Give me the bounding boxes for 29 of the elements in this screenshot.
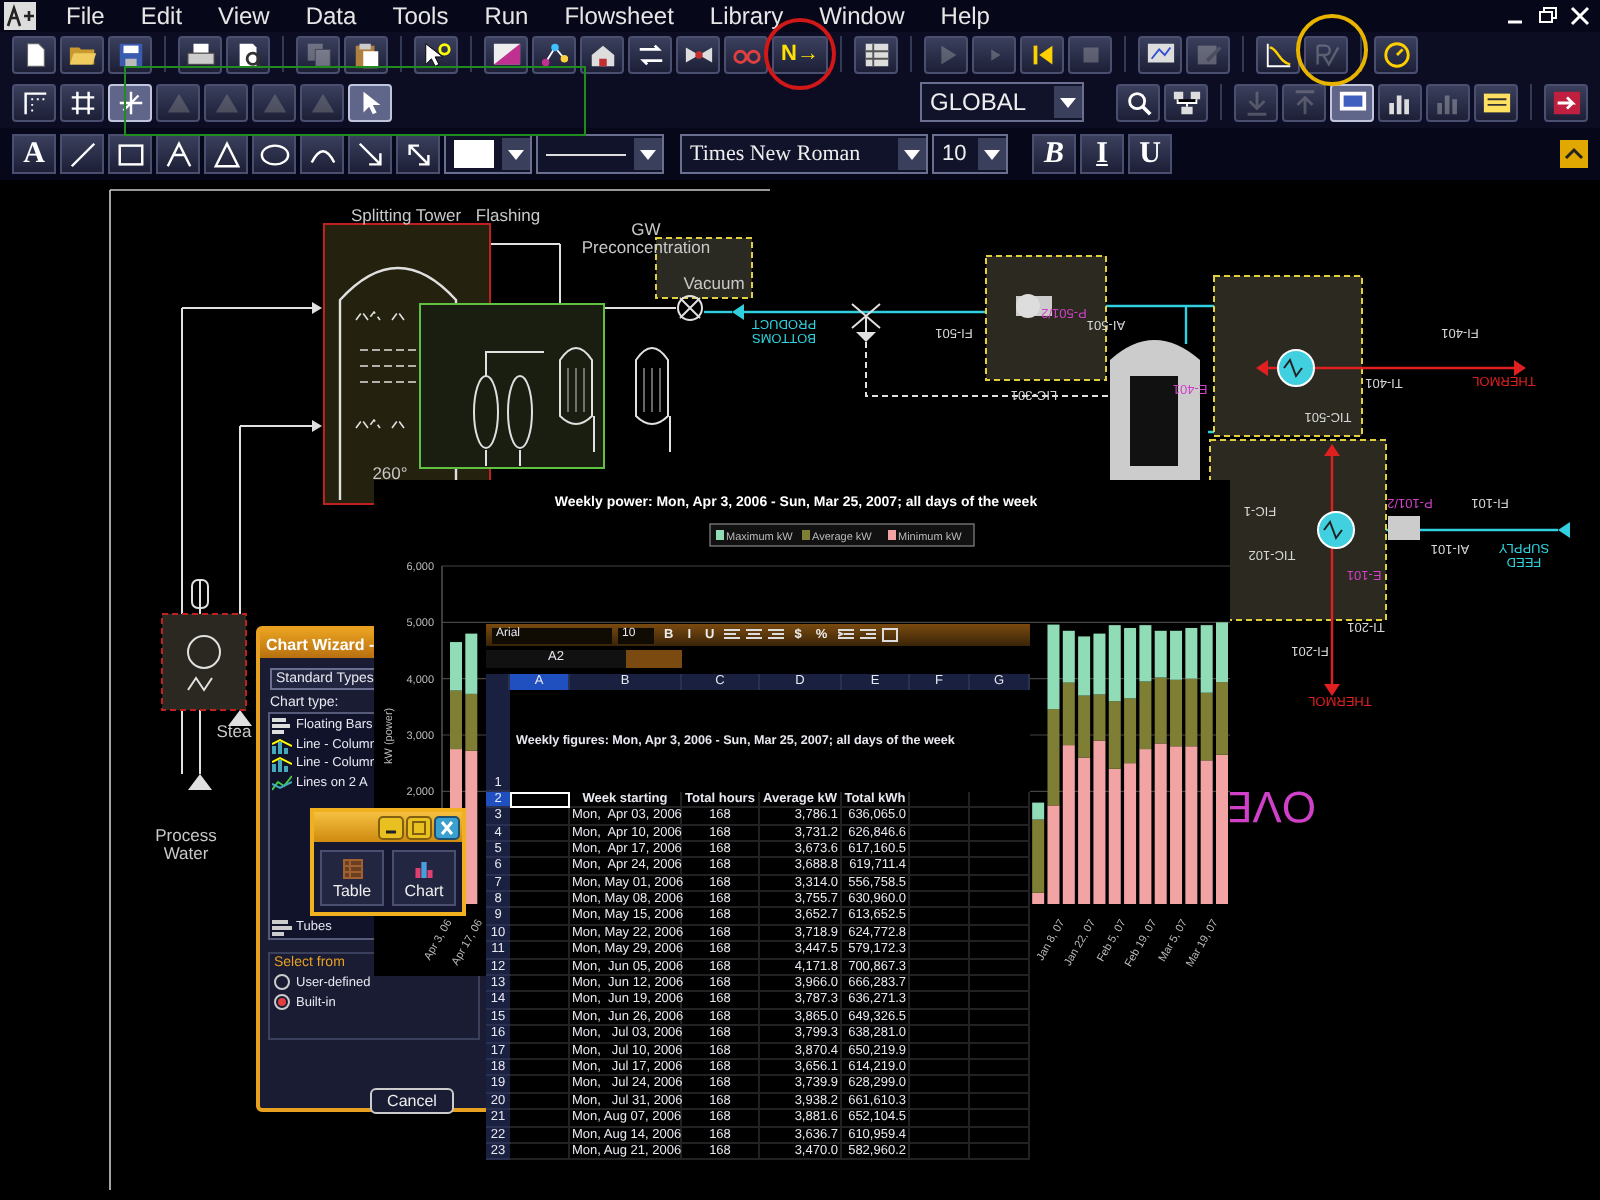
unit-label: Flashing (473, 206, 543, 226)
unit-label: Vacuum (681, 274, 747, 294)
text-style-button[interactable]: B (1032, 134, 1076, 174)
scope-dropdown[interactable]: GLOBAL (920, 82, 1084, 122)
menu-item[interactable]: Edit (122, 2, 201, 30)
menu-item[interactable]: View (200, 2, 288, 30)
font-dropdown[interactable]: Times New Roman (680, 134, 928, 174)
table-button[interactable]: Table (320, 850, 384, 906)
unit-label: Process Water (153, 827, 219, 865)
menu-item[interactable]: Library (691, 2, 802, 30)
menu-item[interactable]: Window (801, 2, 923, 30)
text-style-button[interactable]: U (1128, 134, 1172, 174)
font-size-dropdown[interactable]: 10 (932, 134, 1008, 174)
unit-label: Stea (214, 722, 254, 742)
cancel-button[interactable]: Cancel (370, 1088, 454, 1114)
text-tool[interactable]: A (12, 134, 56, 174)
text-style-button[interactable]: I (1080, 134, 1124, 174)
next-button[interactable]: N→ (772, 35, 828, 73)
menu-item[interactable]: Run (466, 2, 547, 30)
chart-button[interactable]: Chart (392, 850, 456, 906)
dialog-title: Chart Wizard - (266, 635, 375, 653)
unit-label: GW Preconcentration (579, 221, 713, 259)
menu-item[interactable]: Tools (374, 2, 467, 30)
menu-item[interactable]: Help (922, 2, 1008, 30)
menu-item[interactable]: Data (287, 2, 375, 30)
menu-item[interactable]: File (48, 2, 123, 30)
unit-label: Splitting Tower (348, 206, 464, 226)
menu-item[interactable]: Flowsheet (546, 2, 692, 30)
unit-label: 260° (370, 464, 410, 484)
